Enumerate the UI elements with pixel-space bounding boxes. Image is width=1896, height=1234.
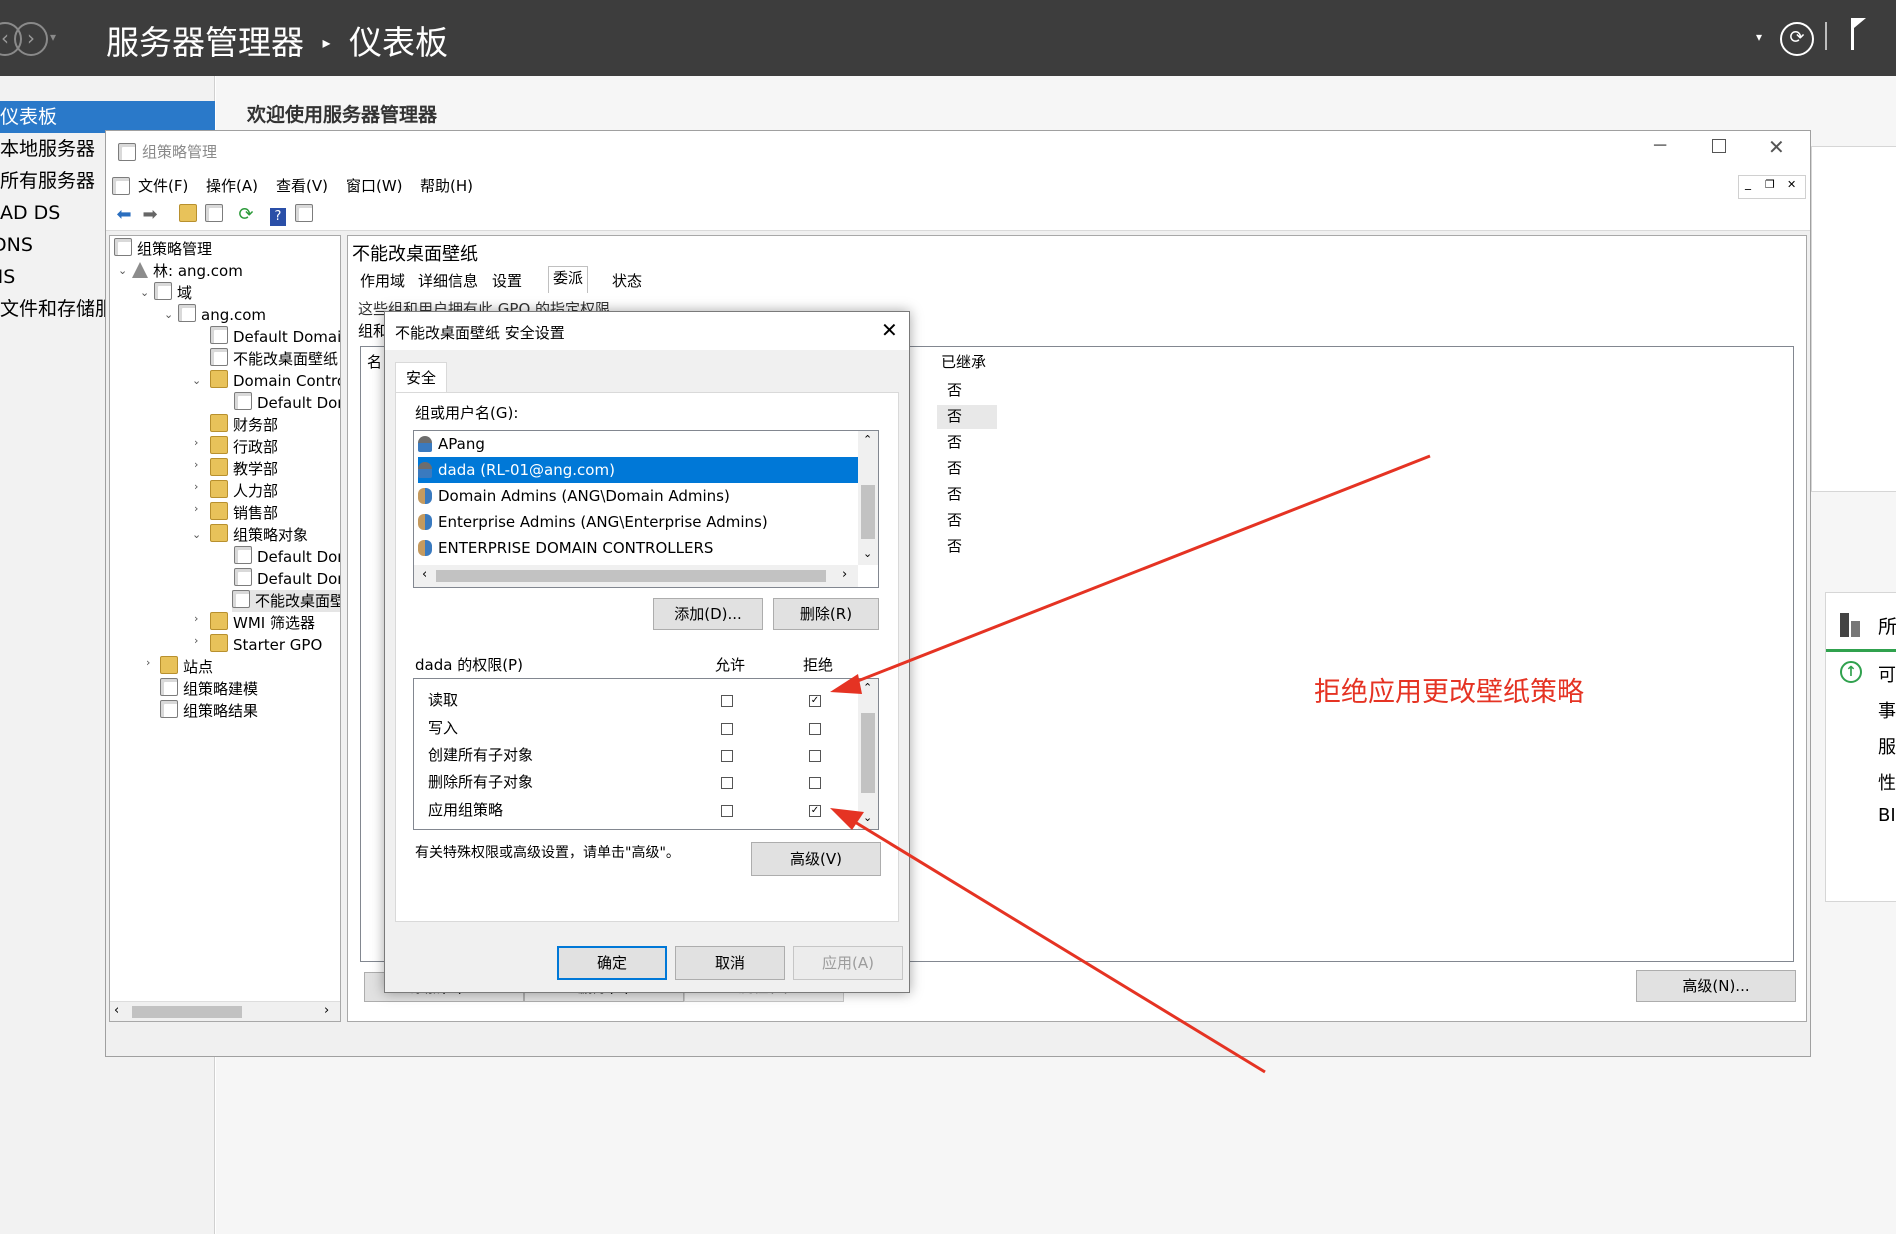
annotation-arrow-head: [830, 674, 862, 694]
annotation-arrow-line: [844, 814, 1266, 1074]
annotation-text: 拒绝应用更改壁纸策略: [1314, 677, 1584, 708]
annotation-arrow-line: [844, 454, 1431, 688]
annotation-arrows: [830, 454, 1431, 1074]
annotation-arrow-head: [830, 808, 864, 830]
